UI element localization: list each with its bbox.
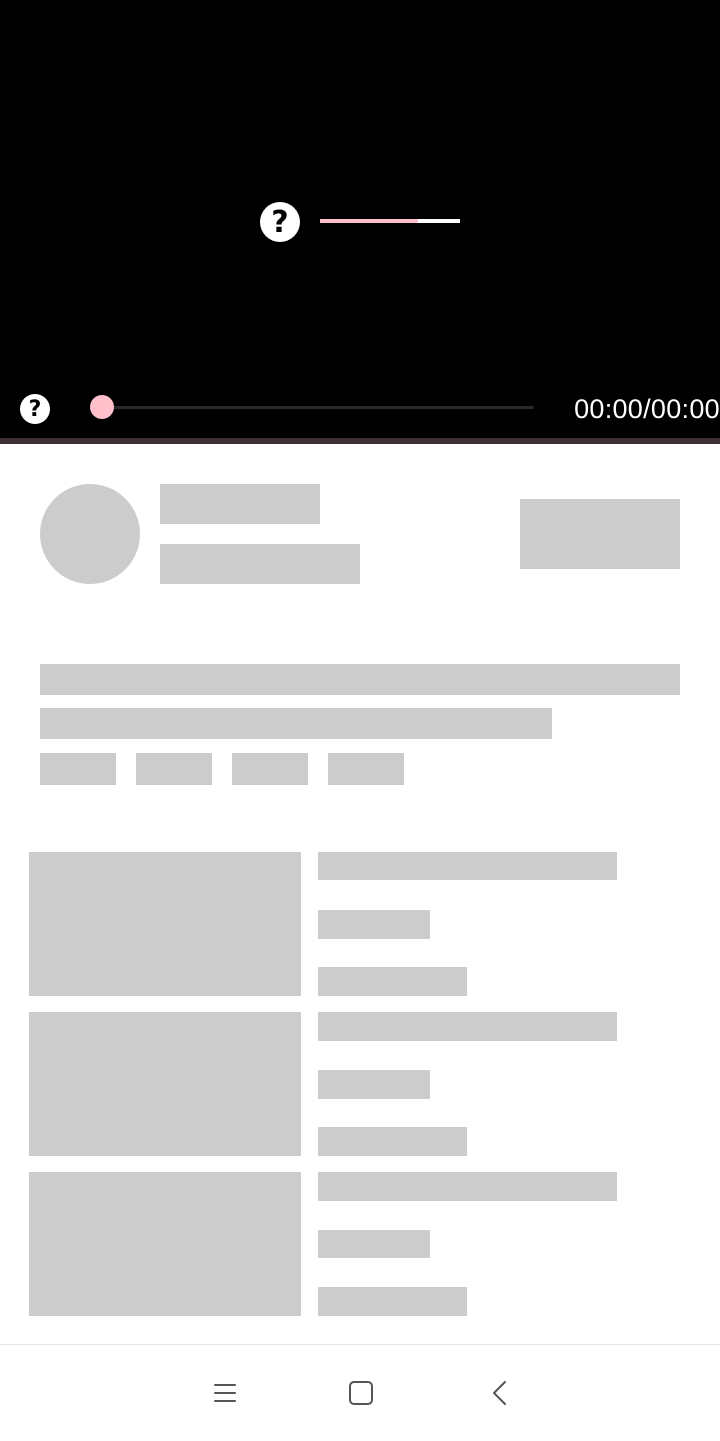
avatar-placeholder — [40, 484, 140, 584]
square-home-icon[interactable] — [337, 1369, 385, 1417]
tag-placeholder — [328, 753, 404, 785]
channel-name-placeholder — [160, 484, 320, 524]
seek-bar[interactable] — [102, 406, 534, 409]
loading-progress-bar — [320, 219, 460, 223]
system-navigation-bar — [0, 1344, 720, 1441]
text-line-placeholder — [318, 1230, 430, 1258]
tag-placeholder — [40, 753, 116, 785]
time-display: 00:00/00:00 — [574, 394, 720, 424]
text-line-placeholder — [318, 967, 467, 996]
channel-meta-placeholder — [160, 544, 360, 584]
question-mark-icon[interactable]: ? — [20, 394, 50, 424]
thumbnail-placeholder — [29, 852, 301, 996]
tag-placeholder — [136, 753, 212, 785]
text-line-placeholder — [318, 1070, 430, 1099]
loading-progress-fill — [320, 219, 418, 223]
text-line-placeholder — [318, 1287, 467, 1316]
tag-placeholder — [232, 753, 308, 785]
menu-icon[interactable] — [201, 1369, 249, 1417]
text-line-placeholder — [318, 910, 430, 939]
video-player[interactable]: ? ? 00:00/00:00 — [0, 0, 720, 438]
title-line-placeholder — [40, 664, 680, 695]
chevron-left-back-icon[interactable] — [476, 1369, 524, 1417]
thumbnail-placeholder — [29, 1012, 301, 1156]
text-line-placeholder — [318, 852, 617, 880]
player-divider — [0, 438, 720, 444]
title-line-placeholder — [40, 708, 552, 739]
seek-thumb[interactable] — [90, 395, 114, 419]
text-line-placeholder — [318, 1012, 617, 1041]
text-line-placeholder — [318, 1172, 617, 1201]
text-line-placeholder — [318, 1127, 467, 1156]
subscribe-button-placeholder — [520, 499, 680, 569]
question-mark-icon: ? — [260, 202, 300, 242]
thumbnail-placeholder — [29, 1172, 301, 1316]
